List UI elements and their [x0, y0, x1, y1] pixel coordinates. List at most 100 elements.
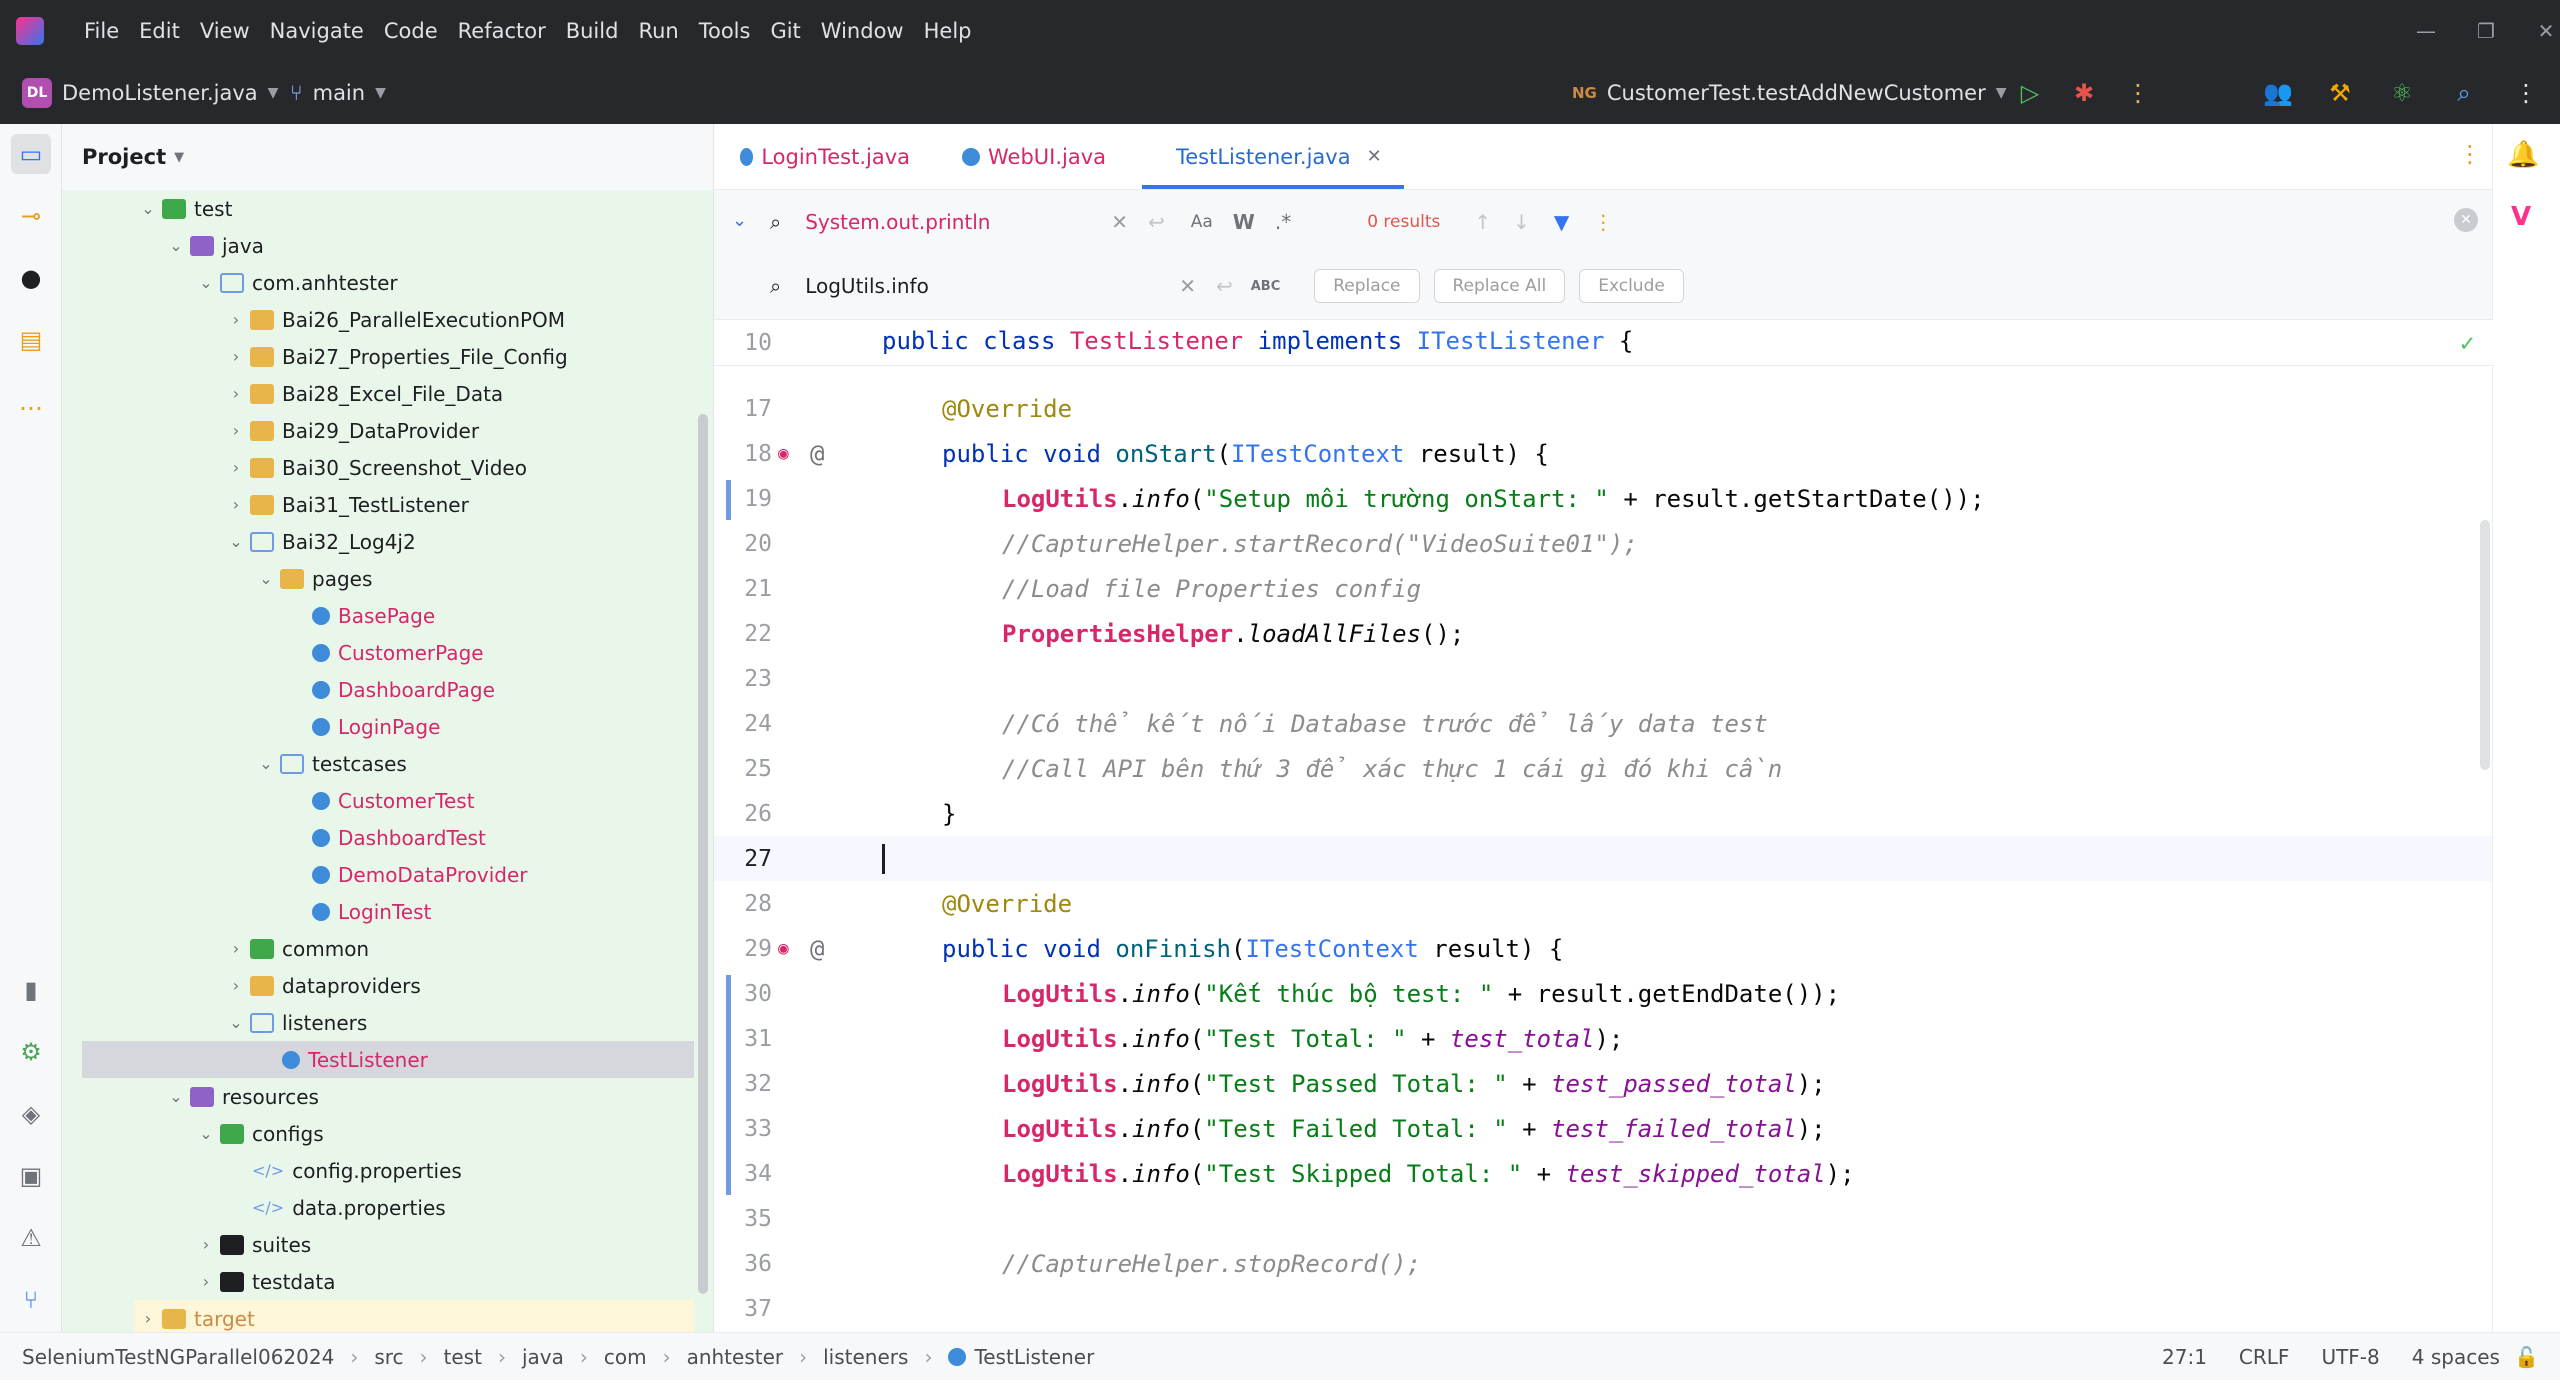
editor-scrollbar[interactable] — [2480, 520, 2490, 770]
menu-window[interactable]: Window — [821, 19, 904, 43]
tree-package-bai26[interactable]: › Bai26_ParallelExecutionPOM — [222, 301, 565, 338]
tab-logintest[interactable]: LoginTest.java — [714, 124, 936, 189]
change-marker[interactable] — [726, 480, 731, 520]
chevron-down-icon[interactable]: ▼ — [174, 150, 184, 165]
chevron-down-icon[interactable]: ⌄ — [732, 210, 747, 231]
tree-package-bai29[interactable]: › Bai29_DataProvider — [222, 412, 479, 449]
layers-icon[interactable]: ◈ — [11, 1094, 51, 1134]
more-vert-icon[interactable]: ⋮ — [2506, 73, 2546, 113]
more-vert-icon[interactable]: ⋮ — [1593, 210, 1613, 234]
menu-file[interactable]: File — [84, 19, 119, 43]
file-encoding[interactable]: UTF-8 — [2321, 1345, 2379, 1369]
clear-icon[interactable]: ✕ — [1111, 210, 1128, 234]
arrow-down-icon[interactable]: ↓ — [1513, 210, 1530, 234]
terminal-icon[interactable]: ▣ — [11, 1156, 51, 1196]
close-find-icon[interactable]: ✕ — [2454, 208, 2478, 232]
menu-build[interactable]: Build — [566, 19, 619, 43]
tree-folder-test[interactable]: ⌄ test — [134, 190, 232, 227]
preserve-case-toggle[interactable]: ABC — [1251, 279, 1281, 294]
lock-icon[interactable]: 🔓 — [2514, 1345, 2539, 1369]
tree-package-bai32[interactable]: ⌄ Bai32_Log4j2 — [222, 523, 415, 560]
tree-folder-java[interactable]: ⌄ java — [162, 227, 264, 264]
tree-class-loginpage[interactable]: LoginPage — [312, 708, 440, 745]
tree-package-bai31[interactable]: › Bai31_TestListener — [222, 486, 469, 523]
new-line-icon[interactable]: ↩ — [1148, 210, 1165, 234]
tree-folder-target[interactable]: › target — [134, 1300, 694, 1332]
tree-class-demodataprovider[interactable]: DemoDataProvider — [312, 856, 528, 893]
breadcrumb-item[interactable]: test — [444, 1345, 482, 1369]
more-vert-icon[interactable]: ⋮ — [2118, 73, 2158, 113]
bug-icon[interactable]: ✱ — [2064, 73, 2104, 113]
breadcrumb-item[interactable]: anhtester — [687, 1345, 784, 1369]
replace-all-button[interactable]: Replace All — [1433, 269, 1566, 303]
users-icon[interactable]: 👥 — [2258, 73, 2298, 113]
tree-class-basepage[interactable]: BasePage — [312, 597, 435, 634]
tree-class-testlistener[interactable]: TestListener — [82, 1041, 694, 1078]
implement-gutter-icon[interactable]: ◉ — [778, 938, 789, 959]
close-tab-icon[interactable]: ✕ — [1367, 146, 1382, 167]
menu-edit[interactable]: Edit — [139, 19, 180, 43]
run-config-selector[interactable]: NG CustomerTest.testAddNewCustomer ▼ — [1572, 81, 2007, 105]
menu-run[interactable]: Run — [638, 19, 678, 43]
breadcrumb-item[interactable]: TestListener — [948, 1345, 1094, 1369]
gear-icon[interactable]: ⚙ — [11, 1032, 51, 1072]
breadcrumb-item[interactable]: com — [604, 1345, 647, 1369]
at-gutter-icon[interactable]: @ — [810, 440, 824, 468]
tree-class-customertest[interactable]: CustomerTest — [312, 782, 475, 819]
menu-refactor[interactable]: Refactor — [458, 19, 546, 43]
more-vert-icon[interactable]: ⋮ — [2458, 140, 2482, 168]
caret-position[interactable]: 27:1 — [2162, 1345, 2207, 1369]
structure-icon[interactable]: ▤ — [11, 320, 51, 360]
filter-icon[interactable]: ▼ — [1554, 210, 1569, 234]
close-icon[interactable]: ✕ — [2516, 19, 2560, 43]
play-icon[interactable]: ▷ — [2010, 73, 2050, 113]
ai-icon[interactable]: V — [2511, 202, 2531, 232]
tree-class-dashboardpage[interactable]: DashboardPage — [312, 671, 495, 708]
replace-input[interactable]: LogUtils.info — [805, 274, 1179, 298]
tree-package-listeners[interactable]: ⌄ listeners — [222, 1004, 367, 1041]
whole-word-toggle[interactable]: W — [1233, 210, 1255, 234]
menu-tools[interactable]: Tools — [699, 19, 751, 43]
project-switcher[interactable]: DL DemoListener.java ▼ — [22, 78, 278, 108]
menu-view[interactable]: View — [200, 19, 250, 43]
breadcrumb-item[interactable]: listeners — [823, 1345, 908, 1369]
tree-package-bai28[interactable]: › Bai28_Excel_File_Data — [222, 375, 503, 412]
find-input[interactable]: System.out.println — [805, 210, 1105, 234]
tree-folder-configs[interactable]: ⌄ configs — [192, 1115, 323, 1152]
tree-package-common[interactable]: › common — [222, 930, 369, 967]
arrow-up-icon[interactable]: ↑ — [1474, 210, 1491, 234]
menu-code[interactable]: Code — [384, 19, 438, 43]
tree-folder-testdata[interactable]: › testdata — [192, 1263, 336, 1300]
tools-icon[interactable]: ⚒ — [2320, 73, 2360, 113]
new-line-icon[interactable]: ↩ — [1216, 274, 1233, 298]
tree-package-testcases[interactable]: ⌄ testcases — [252, 745, 407, 782]
tree-class-logintest[interactable]: LoginTest — [312, 893, 431, 930]
breadcrumb-item[interactable]: java — [522, 1345, 564, 1369]
menu-navigate[interactable]: Navigate — [270, 19, 364, 43]
tree-folder-suites[interactable]: › suites — [192, 1226, 311, 1263]
tab-testlistener[interactable]: TestListener.java ✕ — [1142, 124, 1404, 189]
implement-gutter-icon[interactable]: ◉ — [778, 443, 789, 464]
commit-icon[interactable]: ⊸ — [11, 196, 51, 236]
clear-icon[interactable]: ✕ — [1179, 274, 1196, 298]
exclude-button[interactable]: Exclude — [1579, 269, 1684, 303]
tree-file-config-properties[interactable]: </> config.properties — [252, 1152, 462, 1189]
tree-package-bai30[interactable]: › Bai30_Screenshot_Video — [222, 449, 527, 486]
breadcrumb-item[interactable]: SeleniumTestNGParallel062024 — [22, 1345, 334, 1369]
project-panel-title[interactable]: Project — [82, 145, 166, 169]
change-marker[interactable] — [726, 975, 731, 1195]
problems-icon[interactable]: ⚠ — [11, 1218, 51, 1258]
more-horiz-icon[interactable]: … — [11, 382, 51, 422]
github-icon[interactable]: ● — [11, 258, 51, 298]
regex-toggle[interactable]: .* — [1275, 210, 1291, 234]
menu-git[interactable]: Git — [770, 19, 800, 43]
project-scrollbar[interactable] — [698, 414, 708, 1294]
tree-package-com-anhtester[interactable]: ⌄ com.anhtester — [192, 264, 397, 301]
tab-webui[interactable]: WebUI.java — [936, 124, 1142, 189]
replace-button[interactable]: Replace — [1314, 269, 1420, 303]
at-gutter-icon[interactable]: @ — [810, 935, 824, 963]
minimize-icon[interactable]: — — [2396, 19, 2456, 43]
ai-assistant-icon[interactable]: ⚛ — [2382, 73, 2422, 113]
tree-file-data-properties[interactable]: </> data.properties — [252, 1189, 446, 1226]
breadcrumb-item[interactable]: src — [374, 1345, 403, 1369]
